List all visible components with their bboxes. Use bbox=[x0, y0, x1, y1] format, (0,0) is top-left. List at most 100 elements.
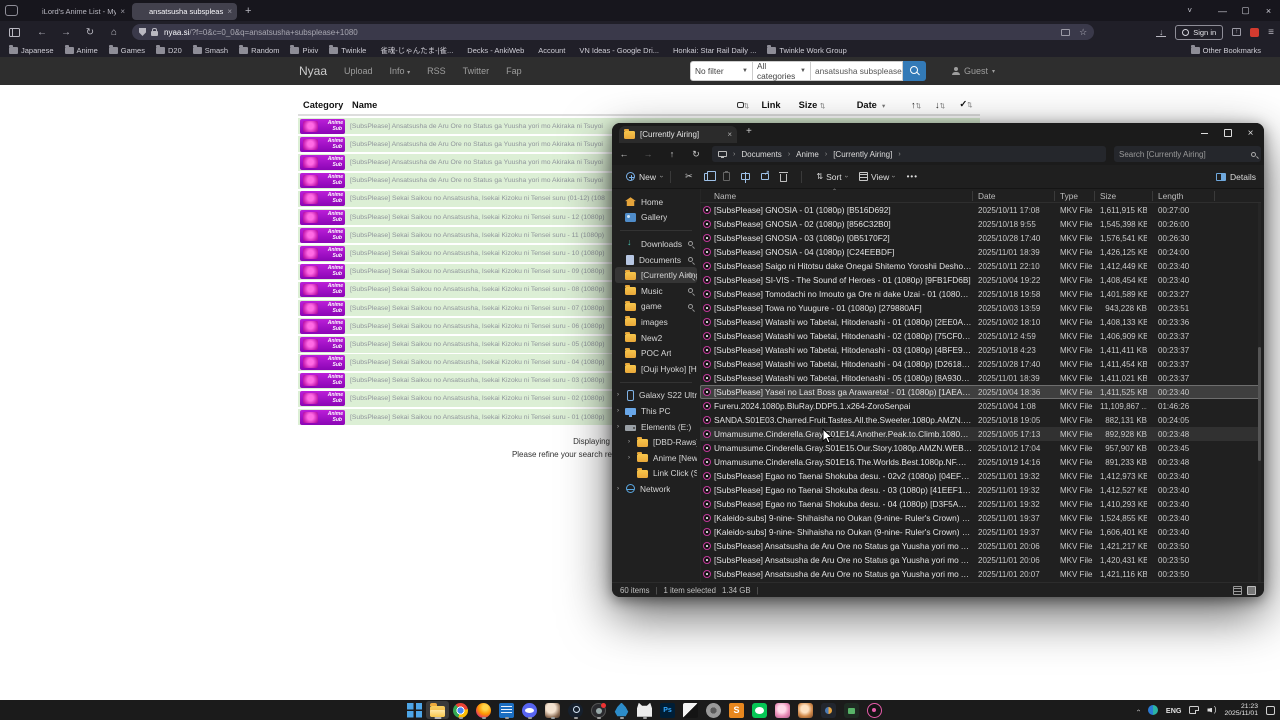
torrent-name-link[interactable]: [SubsPlease] Sekai Saikou no Ansatsusha,… bbox=[345, 323, 605, 330]
reload-icon[interactable]: ↻ bbox=[78, 27, 102, 38]
sidebar-item[interactable]: › Elements (E:) bbox=[615, 419, 697, 435]
sort-button[interactable]: ⇅ Sort › bbox=[816, 172, 849, 182]
user-menu[interactable]: Guest ▾ bbox=[952, 66, 995, 76]
col-link[interactable]: Link bbox=[756, 100, 786, 110]
file-row[interactable]: [SubsPlease] GNOSIA - 04 (1080p) [C24EEB… bbox=[700, 245, 1261, 259]
file-row[interactable]: [SubsPlease] Ansatsusha de Aru Ore no St… bbox=[700, 567, 1261, 581]
taskbar-app-icon[interactable] bbox=[817, 701, 840, 719]
new-tab-button[interactable]: + bbox=[245, 5, 251, 17]
bookmark-item[interactable]: Twinkle bbox=[329, 44, 366, 55]
nav-fap[interactable]: Fap bbox=[506, 66, 522, 76]
sidebar-item[interactable]: › Anime [Newer] bbox=[615, 450, 697, 466]
sidebar-item[interactable]: POC Art bbox=[615, 345, 697, 361]
bookmark-item[interactable]: Random bbox=[239, 44, 279, 55]
touchpad-icon[interactable] bbox=[1189, 706, 1200, 714]
taskbar-app-icon[interactable] bbox=[679, 701, 702, 719]
language-indicator[interactable]: ENG bbox=[1166, 706, 1182, 715]
chevron-icon[interactable]: › bbox=[617, 392, 619, 398]
category-badge[interactable]: Anime Sub bbox=[300, 373, 345, 389]
chevron-icon[interactable]: › bbox=[628, 439, 630, 445]
nav-twitter[interactable]: Twitter bbox=[463, 66, 490, 76]
category-badge[interactable]: Anime Sub bbox=[300, 318, 345, 334]
taskbar-app-icon[interactable] bbox=[403, 701, 426, 719]
signin-button[interactable]: Sign in bbox=[1175, 24, 1224, 40]
taskbar-app-icon[interactable] bbox=[518, 701, 541, 719]
up-icon[interactable]: ↑ bbox=[660, 149, 684, 159]
col-name[interactable]: Name bbox=[348, 100, 730, 110]
category-badge[interactable]: Anime Sub bbox=[300, 173, 345, 189]
bookmark-item[interactable]: 雀魂-じゃんたま-|雀... bbox=[377, 45, 453, 56]
category-badge[interactable]: Anime Sub bbox=[300, 391, 345, 407]
clock[interactable]: 21:23 2025/11/01 bbox=[1224, 703, 1258, 718]
nav-upload[interactable]: Upload bbox=[344, 66, 373, 76]
category-badge[interactable]: Anime Sub bbox=[300, 155, 345, 171]
bookmark-item[interactable]: Decks - AnkiWeb bbox=[464, 46, 524, 55]
file-row[interactable]: [SubsPlease] GNOSIA - 02 (1080p) [856C32… bbox=[700, 217, 1261, 231]
torrent-name-link[interactable]: [SubsPlease] Sekai Saikou no Ansatsusha,… bbox=[345, 214, 605, 221]
other-bookmarks[interactable]: Other Bookmarks bbox=[1190, 44, 1261, 55]
col-size[interactable]: Size ⇅ bbox=[786, 100, 838, 110]
breadcrumb-current[interactable]: [Currently Airing] bbox=[833, 150, 892, 159]
taskbar-app-icon[interactable] bbox=[587, 701, 610, 719]
tab-close-icon[interactable]: × bbox=[120, 7, 125, 16]
file-row[interactable]: [SubsPlease] Egao no Taenai Shokuba desu… bbox=[700, 483, 1261, 497]
sidebar-item[interactable]: New2 bbox=[615, 330, 697, 346]
view-button[interactable]: View › bbox=[859, 172, 897, 182]
file-row[interactable]: [SubsPlease] Watashi wo Tabetai, Hitoden… bbox=[700, 343, 1261, 357]
sidebar-item[interactable]: Downloads bbox=[615, 236, 697, 252]
sidebar-item[interactable]: Documents bbox=[615, 252, 697, 268]
col-size[interactable]: Size bbox=[1100, 191, 1116, 201]
taskbar-app-icon[interactable] bbox=[541, 701, 564, 719]
col-length[interactable]: Length bbox=[1158, 191, 1183, 201]
sidebar-item[interactable]: › This PC bbox=[615, 403, 697, 419]
category-badge[interactable]: Anime Sub bbox=[300, 282, 345, 298]
category-badge[interactable]: Anime Sub bbox=[300, 227, 345, 243]
col-completed[interactable]: ✓⇅ bbox=[952, 99, 980, 110]
torrent-name-link[interactable]: [SubsPlease] Sekai Saikou no Ansatsusha,… bbox=[345, 250, 605, 257]
sidebar-item[interactable]: [Currently Airing] bbox=[615, 267, 697, 283]
file-row[interactable]: [SubsPlease] Ansatsusha de Aru Ore no St… bbox=[700, 553, 1261, 567]
list-all-tabs-icon[interactable]: ˅ bbox=[1187, 0, 1192, 21]
taskbar-app-icon[interactable] bbox=[794, 701, 817, 719]
minimize-icon[interactable] bbox=[1193, 123, 1216, 143]
torrent-name-link[interactable]: [SubsPlease] Sekai Saikou no Ansatsusha,… bbox=[345, 305, 605, 312]
sidebar-toggle-icon[interactable] bbox=[9, 27, 20, 37]
adblock-icon[interactable] bbox=[1250, 27, 1260, 37]
taskbar-app-icon[interactable] bbox=[449, 701, 472, 719]
close-icon[interactable]: × bbox=[1239, 123, 1262, 143]
file-list-scrollbar[interactable] bbox=[1258, 203, 1261, 582]
file-row[interactable]: Umamusume.Cinderella.Gray.S01E15.Our.Sto… bbox=[700, 441, 1261, 455]
taskbar-app-icon[interactable]: Ps bbox=[656, 701, 679, 719]
sidebar-item[interactable]: › Network bbox=[615, 481, 697, 497]
tray-app-icon[interactable] bbox=[1147, 705, 1158, 715]
firefox-view-icon[interactable] bbox=[5, 5, 18, 16]
taskbar-app-icon[interactable] bbox=[748, 701, 771, 719]
forward-icon[interactable]: → bbox=[54, 27, 78, 38]
col-name[interactable]: Name bbox=[714, 191, 736, 201]
torrent-name-link[interactable]: [SubsPlease] Ansatsusha de Aru Ore no St… bbox=[345, 177, 603, 184]
torrent-name-link[interactable]: [SubsPlease] Ansatsusha de Aru Ore no St… bbox=[345, 141, 603, 148]
bookmark-item[interactable]: Games bbox=[108, 44, 145, 55]
notification-icon[interactable] bbox=[1266, 705, 1275, 715]
bookmark-item[interactable]: Twinkle Work Group bbox=[767, 44, 847, 55]
col-comments[interactable]: ⇅ bbox=[730, 100, 756, 110]
sidebar-item[interactable]: › Galaxy S22 Ultra bbox=[615, 388, 697, 404]
browser-tab[interactable]: ansatsusha subsplease 1080 : × bbox=[132, 3, 237, 20]
taskbar-app-icon[interactable] bbox=[840, 701, 863, 719]
col-date[interactable]: Date bbox=[978, 191, 996, 201]
sidebar-item[interactable]: game bbox=[615, 299, 697, 315]
tracking-shield-icon[interactable] bbox=[139, 28, 146, 36]
volume-icon[interactable] bbox=[1207, 705, 1217, 715]
details-view-icon[interactable] bbox=[1233, 585, 1242, 595]
bookmark-item[interactable]: Japanese bbox=[9, 44, 54, 55]
tray-expand-icon[interactable]: › bbox=[1135, 709, 1142, 711]
taskbar-app-icon[interactable] bbox=[633, 701, 656, 719]
extensions-icon[interactable]: ↑ bbox=[1232, 28, 1242, 36]
taskbar-app-icon[interactable] bbox=[426, 701, 449, 719]
new-button[interactable]: New › bbox=[626, 172, 665, 182]
chevron-icon[interactable]: › bbox=[628, 455, 630, 461]
maximize-icon[interactable]: ▢ bbox=[1234, 5, 1257, 16]
lock-icon[interactable] bbox=[151, 27, 158, 36]
minimize-icon[interactable]: — bbox=[1211, 6, 1234, 16]
rename-icon[interactable] bbox=[741, 172, 751, 183]
